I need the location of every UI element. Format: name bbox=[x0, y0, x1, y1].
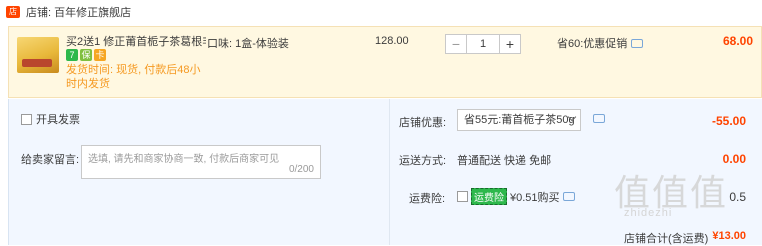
service-badges: 7 保 卡 bbox=[66, 49, 106, 61]
quantity-input[interactable]: 1 bbox=[467, 34, 499, 54]
item-total: 68.00 bbox=[722, 34, 753, 48]
product-title[interactable]: 买2送1 修正莆首栀子茶葛根非... bbox=[66, 33, 206, 49]
shipping-label: 运送方式: bbox=[399, 155, 447, 167]
watermark-sub: zhidezhi bbox=[624, 207, 673, 219]
insurance-checkbox[interactable] bbox=[457, 191, 468, 202]
store-discount-label: 店铺优惠: bbox=[399, 117, 447, 129]
store-discount-selected: 省55元:莆首栀子茶50g bbox=[464, 114, 575, 126]
seven-day-return-icon[interactable]: 7 bbox=[66, 49, 78, 61]
invoice-checkbox[interactable] bbox=[21, 113, 32, 125]
chat-icon[interactable] bbox=[593, 114, 605, 123]
ship-time: 发货时间: 现货, 付款后48小时内发货 bbox=[66, 64, 201, 90]
message-placeholder: 选填, 请先和商家协商一致, 付款后商家可见 bbox=[88, 154, 280, 165]
store-total: 店铺合计(含运费) ¥13.00 bbox=[624, 230, 746, 246]
store-total-label: 店铺合计(含运费) bbox=[624, 233, 709, 245]
card-payment-icon[interactable]: 卡 bbox=[94, 49, 106, 61]
store-header: 店 店铺: 百年修正旗舰店 bbox=[0, 0, 762, 24]
insurance-tag: 运费险 bbox=[471, 188, 507, 205]
message-label: 给卖家留言: bbox=[21, 154, 80, 166]
shipping-method[interactable]: 普通配送 快递 免邮 bbox=[457, 152, 551, 168]
quantity-stepper: − 1 + bbox=[445, 34, 521, 54]
insurance-label: 运费险: bbox=[409, 193, 446, 205]
invoice-option[interactable]: 开具发票 bbox=[21, 111, 80, 127]
chat-icon[interactable] bbox=[631, 38, 644, 48]
store-discount-amount: -55.00 bbox=[711, 114, 746, 128]
quantity-increase-button[interactable]: + bbox=[499, 34, 521, 54]
store-name[interactable]: 店铺: 百年修正旗舰店 bbox=[26, 4, 131, 20]
message-char-count: 0/200 bbox=[288, 164, 314, 175]
order-item: 买2送1 修正莆首栀子茶葛根非... 7 保 卡 发货时间: 现货, 付款后48… bbox=[8, 26, 762, 98]
store-discount-select[interactable]: 省55元:莆首栀子茶50g bbox=[457, 109, 581, 131]
item-discount: 省60:优惠促销 bbox=[557, 35, 644, 51]
chat-icon[interactable] bbox=[562, 192, 575, 201]
insurance-amount: 0.5 bbox=[729, 190, 746, 204]
guarantee-icon[interactable]: 保 bbox=[80, 49, 92, 61]
unit-price: 128.00 bbox=[375, 35, 409, 47]
insurance-option[interactable]: 运费险 ¥0.51购买 bbox=[457, 188, 575, 205]
store-logo: 店 bbox=[6, 6, 20, 18]
store-total-amount: ¥13.00 bbox=[712, 230, 746, 242]
divider bbox=[389, 99, 390, 245]
product-thumbnail[interactable] bbox=[17, 37, 59, 73]
item-discount-label: 省60:优惠促销 bbox=[557, 38, 628, 50]
product-attribute: 口味: 1盒-体验装 bbox=[207, 38, 289, 50]
insurance-price: ¥0.51购买 bbox=[510, 191, 560, 204]
message-textarea[interactable]: 选填, 请先和商家协商一致, 付款后商家可见 0/200 bbox=[81, 145, 321, 179]
quantity-decrease-button[interactable]: − bbox=[445, 34, 467, 54]
invoice-label: 开具发票 bbox=[36, 114, 80, 126]
